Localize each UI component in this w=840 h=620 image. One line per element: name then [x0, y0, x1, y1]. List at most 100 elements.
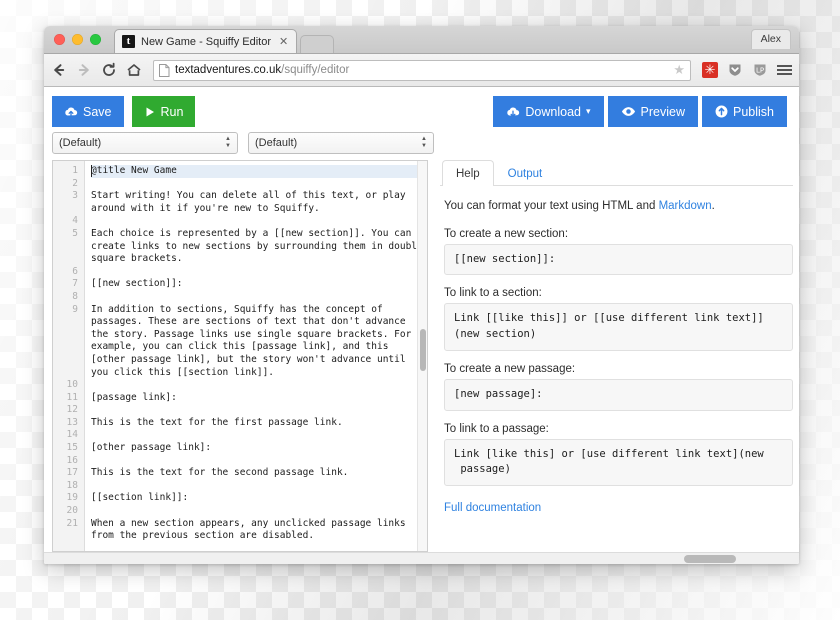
line-number: 16: [66, 454, 78, 466]
publish-upload-circle-icon: [715, 105, 728, 118]
code-line: passages. These are sections of text tha…: [91, 316, 406, 328]
run-button[interactable]: Run: [131, 96, 196, 127]
editor-vertical-scrollbar[interactable]: [417, 161, 427, 551]
code-line: Each choice is represented by a [[new se…: [91, 227, 412, 239]
browser-tab-active[interactable]: t New Game - Squiffy Editor ✕: [114, 29, 298, 53]
maximize-window-button[interactable]: [90, 34, 101, 45]
bookmark-star-icon[interactable]: ★: [673, 62, 685, 78]
code-line: create links to new sections by surround…: [91, 240, 423, 252]
play-triangle-icon: [144, 106, 156, 118]
select-stepper-arrows-icon: ▲ ▼: [225, 136, 231, 149]
help-tab-help[interactable]: Help: [442, 160, 494, 186]
line-number: 1: [72, 165, 78, 176]
download-button-label: Download: [525, 104, 581, 119]
passage-select[interactable]: (Default) ▲ ▼: [248, 132, 434, 154]
help-section-label: To link to a passage:: [444, 422, 549, 435]
line-number: 6: [72, 265, 78, 277]
line-number: [53, 253, 84, 266]
extension-shield-chevron-icon[interactable]: [727, 62, 743, 78]
download-button[interactable]: Download ▾: [493, 96, 604, 127]
save-button[interactable]: Save: [52, 96, 124, 127]
extension-lastpass-shield-icon[interactable]: LP: [752, 62, 768, 78]
line-number: 17: [66, 467, 78, 479]
publish-button[interactable]: Publish: [702, 96, 787, 127]
chevron-down-icon: ▾: [586, 106, 591, 116]
text-cursor: [91, 165, 92, 177]
markdown-link[interactable]: Markdown: [659, 198, 712, 215]
code-line: around with it if you're new to Squiffy.: [91, 202, 320, 214]
address-bar[interactable]: textadventures.co.uk/squiffy/editor ★: [153, 59, 691, 81]
line-number: 2: [72, 177, 78, 189]
publish-button-label: Publish: [733, 104, 774, 119]
eye-icon: [621, 106, 636, 117]
help-intro-paragraph: You can format your text using HTML and …: [444, 197, 793, 215]
line-number: [53, 316, 84, 329]
editor-action-toolbar: Save Run Download ▾ Preview Publish: [44, 87, 799, 130]
line-number: 3: [72, 190, 78, 202]
home-icon[interactable]: [126, 62, 142, 78]
help-tab-output[interactable]: Output: [494, 160, 557, 186]
code-editor[interactable]: 1 2 3 4 5 6 7 8 9 10 11 12 13 14 15 16 17 18 19 20 21 @title…: [52, 160, 428, 552]
close-tab-icon[interactable]: ✕: [279, 35, 288, 48]
preview-button[interactable]: Preview: [607, 96, 698, 127]
line-number: 9: [72, 303, 78, 315]
editor-scrollbar-thumb[interactable]: [420, 329, 426, 371]
code-text-area[interactable]: @title New Game Start writing! You can d…: [85, 161, 427, 551]
minimize-window-button[interactable]: [72, 34, 83, 45]
line-number-gutter: 1 2 3 4 5 6 7 8 9 10 11 12 13 14 15 16 17 18 19 20 21: [53, 161, 85, 551]
line-number: 8: [72, 290, 78, 302]
code-line: the story. Passage links use single squa…: [91, 328, 412, 340]
help-panel-tabs: Help Output: [440, 160, 793, 186]
browser-navigation-bar: textadventures.co.uk/squiffy/editor ★ LP…: [44, 29, 799, 87]
page-horizontal-scrollbar-thumb[interactable]: [684, 555, 736, 563]
page-horizontal-scrollbar[interactable]: [44, 552, 799, 564]
forward-arrow-icon: [76, 62, 92, 78]
page-document-icon: [159, 63, 170, 77]
browser-window: t New Game - Squiffy Editor ✕ textadvent…: [44, 26, 799, 564]
help-intro-after: .: [711, 200, 715, 212]
line-number: 18: [66, 479, 78, 491]
save-cloud-upload-icon: [64, 105, 78, 118]
line-number: 15: [66, 442, 78, 454]
code-line: example, you can click this [passage lin…: [91, 341, 389, 353]
new-tab-button[interactable]: [300, 35, 335, 53]
line-number: 11: [66, 391, 78, 403]
preview-button-label: Preview: [640, 104, 685, 119]
close-window-button[interactable]: [54, 34, 65, 45]
help-section-label: To create a new passage:: [444, 362, 576, 375]
extension-red-asterisk-icon[interactable]: [702, 62, 718, 78]
line-number: 10: [66, 379, 78, 391]
url-path: /squiffy/editor: [281, 64, 350, 76]
help-sections-list: To create a new section: [[new section]]:…: [444, 228, 793, 487]
line-number: [53, 354, 84, 367]
code-line: This is the text for the second passage …: [91, 467, 349, 479]
line-number: 20: [66, 505, 78, 517]
hamburger-menu-icon[interactable]: [777, 65, 792, 75]
browser-tab-bar: t New Game - Squiffy Editor ✕: [44, 26, 799, 54]
line-number: 4: [72, 215, 78, 227]
help-code-sample: Link [[like this]] or [[use different li…: [444, 303, 793, 351]
code-line: [other passage link], but the story won'…: [91, 353, 406, 365]
editor-help-split: 1 2 3 4 5 6 7 8 9 10 11 12 13 14 15 16 17 18 19 20 21 @title…: [44, 160, 799, 552]
profile-name-button[interactable]: Alex: [750, 29, 791, 49]
full-documentation-link[interactable]: Full documentation: [444, 502, 541, 514]
squiffy-editor-page: Save Run Download ▾ Preview Publish (Def…: [44, 87, 799, 564]
help-code-sample: [[new section]]:: [444, 243, 793, 276]
section-select-value: (Default): [59, 137, 102, 149]
line-number: [53, 241, 84, 254]
help-panel: Help Output You can format your text usin…: [440, 160, 799, 552]
line-number: 19: [66, 492, 78, 504]
code-line: [passage link]:: [91, 391, 177, 403]
section-select[interactable]: (Default) ▲ ▼: [52, 132, 238, 154]
reload-icon[interactable]: [101, 62, 117, 78]
back-arrow-icon[interactable]: [51, 62, 67, 78]
help-section-label: To create a new section:: [444, 227, 569, 240]
line-number: 5: [72, 227, 78, 239]
passage-select-value: (Default): [255, 137, 298, 149]
